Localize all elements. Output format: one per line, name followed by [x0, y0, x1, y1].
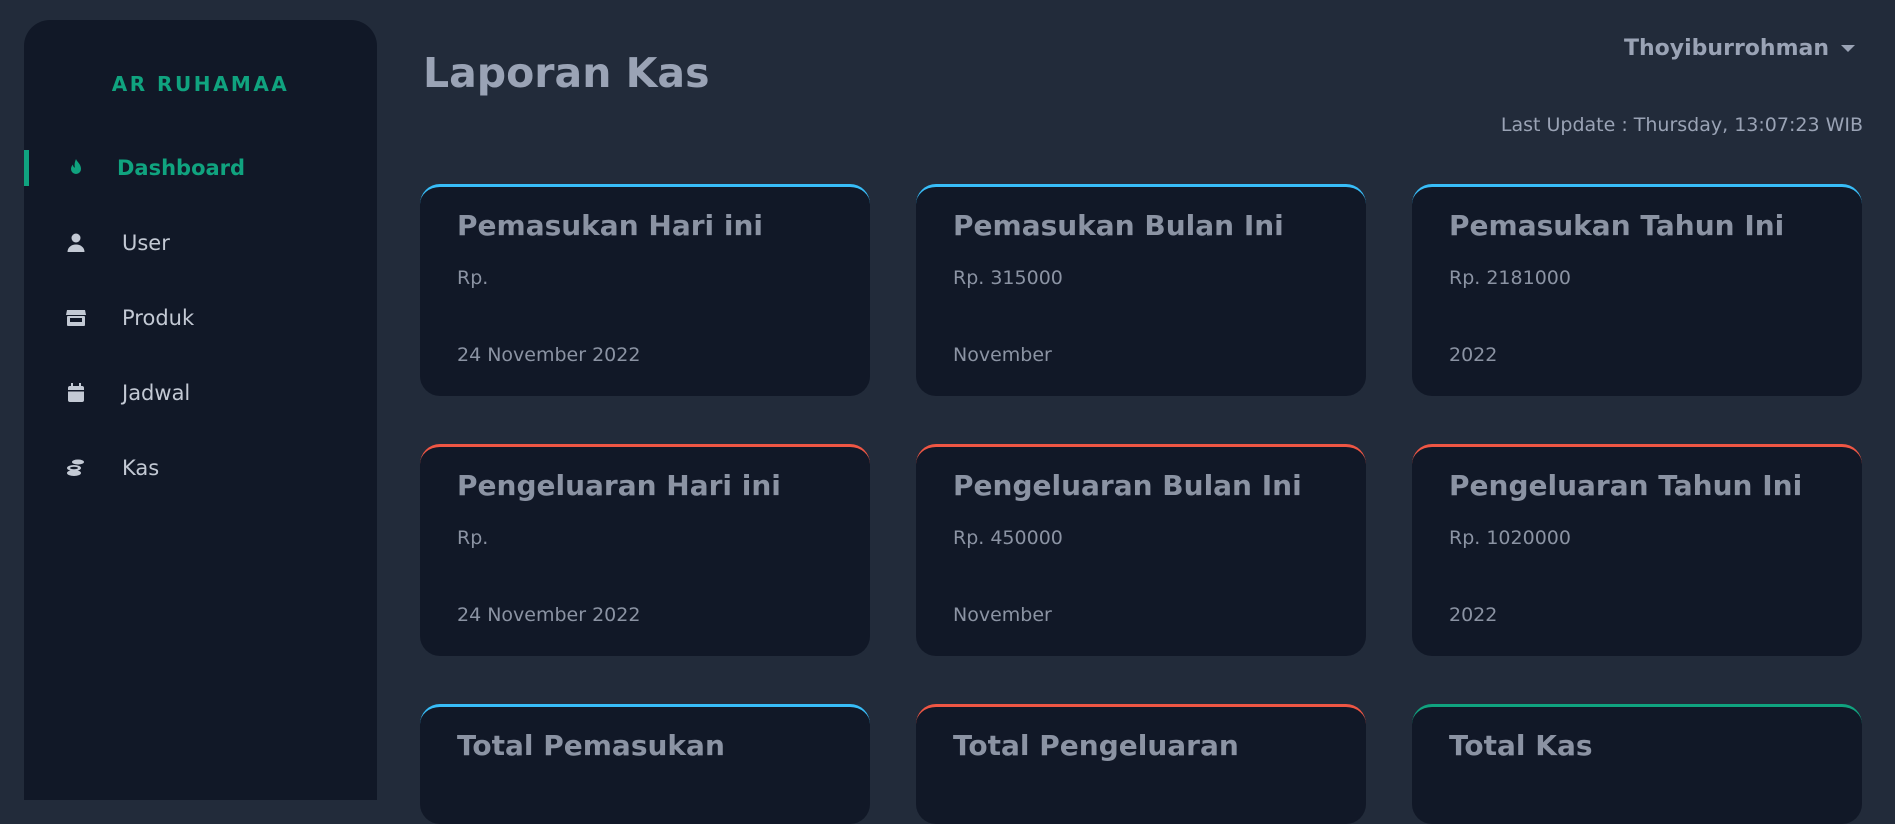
- card-value: Rp.: [457, 527, 489, 549]
- card-title: Total Pemasukan: [457, 729, 725, 762]
- fire-icon: [64, 156, 88, 180]
- card-period: November: [953, 344, 1052, 366]
- card-value: Rp. 2181000: [1449, 267, 1571, 289]
- sidebar-item-label: Produk: [122, 306, 195, 330]
- sidebar-item-jadwal[interactable]: Jadwal: [24, 369, 377, 417]
- coins-icon: [64, 456, 88, 480]
- card-pemasukan-hari-ini: Pemasukan Hari ini Rp. 24 November 2022: [420, 184, 870, 396]
- card-title: Pengeluaran Bulan Ini: [953, 469, 1302, 502]
- sidebar: AR RUHAMAA Dashboard User Produk Jadwal …: [24, 20, 377, 800]
- last-update-text: Last Update : Thursday, 13:07:23 WIB: [1500, 114, 1863, 136]
- card-period: November: [953, 604, 1052, 626]
- user-name: Thoyiburrohman: [1624, 36, 1829, 61]
- page-title: Laporan Kas: [423, 49, 710, 98]
- card-period: 2022: [1449, 344, 1498, 366]
- sidebar-item-label: Jadwal: [122, 381, 191, 405]
- brand-logo[interactable]: AR RUHAMAA: [24, 72, 377, 96]
- sidebar-item-label: Dashboard: [117, 156, 246, 180]
- card-total-pengeluaran: Total Pengeluaran: [916, 704, 1366, 824]
- card-value: Rp. 450000: [953, 527, 1063, 549]
- sidebar-item-kas[interactable]: Kas: [24, 444, 377, 492]
- sidebar-item-user[interactable]: User: [24, 219, 377, 267]
- user-menu-dropdown[interactable]: Thoyiburrohman: [1624, 36, 1855, 61]
- card-pemasukan-bulan-ini: Pemasukan Bulan Ini Rp. 315000 November: [916, 184, 1366, 396]
- sidebar-item-label: User: [122, 231, 170, 255]
- card-title: Total Pengeluaran: [953, 729, 1239, 762]
- card-title: Pemasukan Bulan Ini: [953, 209, 1284, 242]
- sidebar-item-dashboard[interactable]: Dashboard: [24, 144, 377, 192]
- card-title: Pengeluaran Hari ini: [457, 469, 781, 502]
- store-icon: [64, 306, 88, 330]
- card-pemasukan-tahun-ini: Pemasukan Tahun Ini Rp. 2181000 2022: [1412, 184, 1862, 396]
- calendar-icon: [64, 381, 88, 405]
- card-title: Total Kas: [1449, 729, 1593, 762]
- caret-down-icon: [1841, 45, 1855, 52]
- card-value: Rp.: [457, 267, 489, 289]
- active-indicator: [24, 150, 29, 186]
- card-title: Pemasukan Tahun Ini: [1449, 209, 1785, 242]
- card-period: 2022: [1449, 604, 1498, 626]
- user-icon: [64, 231, 88, 255]
- card-value: Rp. 1020000: [1449, 527, 1571, 549]
- card-title: Pemasukan Hari ini: [457, 209, 763, 242]
- card-total-pemasukan: Total Pemasukan: [420, 704, 870, 824]
- card-pengeluaran-bulan-ini: Pengeluaran Bulan Ini Rp. 450000 Novembe…: [916, 444, 1366, 656]
- card-title: Pengeluaran Tahun Ini: [1449, 469, 1803, 502]
- card-value: Rp. 315000: [953, 267, 1063, 289]
- card-period: 24 November 2022: [457, 604, 641, 626]
- card-pengeluaran-tahun-ini: Pengeluaran Tahun Ini Rp. 1020000 2022: [1412, 444, 1862, 656]
- card-period: 24 November 2022: [457, 344, 641, 366]
- card-total-kas: Total Kas: [1412, 704, 1862, 824]
- sidebar-item-produk[interactable]: Produk: [24, 294, 377, 342]
- sidebar-item-label: Kas: [122, 456, 160, 480]
- card-pengeluaran-hari-ini: Pengeluaran Hari ini Rp. 24 November 202…: [420, 444, 870, 656]
